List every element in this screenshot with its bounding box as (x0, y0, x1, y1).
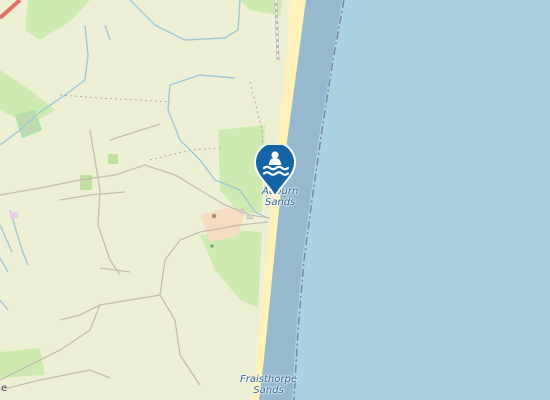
building (246, 214, 254, 220)
building (10, 212, 18, 218)
edge-place-label: e (1, 383, 8, 394)
map-canvas[interactable]: Auburn Sands Fraisthorpe Sands e (0, 0, 550, 400)
building (239, 208, 245, 214)
fraisthorpe-sands-line2: Sands (253, 385, 284, 396)
map-location-marker[interactable] (254, 145, 296, 199)
grass-patch (108, 154, 118, 164)
tree-icon (210, 244, 214, 248)
grass-patch (0, 348, 45, 378)
grass-patch (80, 175, 92, 190)
fraisthorpe-sands-line1: Fraisthorpe (240, 374, 297, 385)
campsite-icon (211, 213, 217, 219)
fraisthorpe-sands-label: Fraisthorpe Sands (240, 374, 297, 396)
